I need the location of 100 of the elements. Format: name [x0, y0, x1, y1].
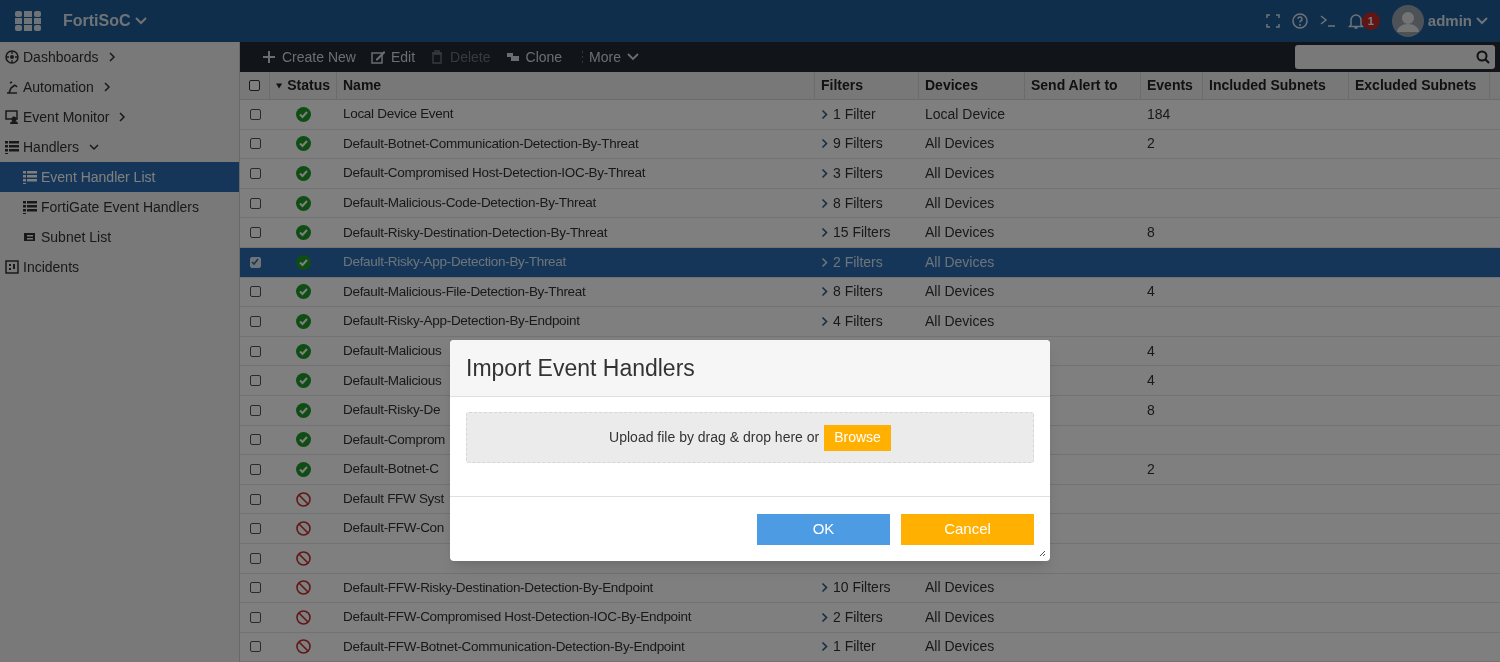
chevron-down-icon: [134, 17, 147, 25]
sidebar-item[interactable]: Subnet List: [0, 222, 239, 252]
row-checkbox[interactable]: [249, 611, 261, 623]
events-cell-text: 2: [1147, 134, 1155, 154]
row-checkbox[interactable]: [249, 463, 261, 475]
row-checkbox[interactable]: [249, 315, 261, 327]
sidebar-item[interactable]: FortiGate Event Handlers: [0, 192, 239, 222]
table-row[interactable]: Local Device Event 1 Filter Local Device 184: [240, 100, 1500, 130]
fullscreen-button[interactable]: [1265, 14, 1280, 28]
filters-toggle[interactable]: 8 Filters: [821, 192, 883, 214]
toolbar-button[interactable]: Edit: [370, 46, 416, 68]
help-button[interactable]: [1291, 13, 1308, 29]
notification-badge: 1: [1361, 12, 1380, 30]
robot-arm-icon: [5, 79, 19, 95]
table-row[interactable]: Default-FFW-Compromised Host-Detection-IOC-By-Endpoint 2 Filters All Devices: [240, 603, 1500, 633]
events-cell-text: 4: [1147, 282, 1155, 302]
row-checkbox[interactable]: [249, 582, 261, 594]
devices-cell-text: All Devices: [925, 282, 995, 302]
sidebar-item[interactable]: Event Handler List: [0, 162, 239, 192]
sidebar-item[interactable]: Automation: [0, 72, 239, 102]
row-checkbox[interactable]: [249, 404, 261, 416]
chevron-right-icon: [118, 111, 127, 123]
sort-down-icon: [276, 81, 283, 90]
row-checkbox[interactable]: [249, 641, 261, 653]
chevron-right-icon: [821, 315, 828, 327]
row-checkbox[interactable]: [249, 286, 261, 298]
devices-cell-text: All Devices: [925, 193, 995, 213]
column-header[interactable]: Name: [337, 72, 815, 99]
row-checkbox[interactable]: [249, 197, 261, 209]
column-header[interactable]: Filters: [815, 72, 919, 99]
table-row[interactable]: Default-FFW-Risky-Destination-Detection-By-Endpoint 10 Filters All Devices: [240, 573, 1500, 604]
column-header[interactable]: Events: [1141, 72, 1203, 99]
notifications-button[interactable]: 1: [1347, 12, 1380, 30]
row-checkbox[interactable]: [249, 523, 261, 535]
filters-toggle[interactable]: 2 Filters: [821, 606, 883, 628]
toolbar-button[interactable]: Clone: [505, 46, 563, 68]
app-switcher[interactable]: FortiSoC: [63, 9, 147, 33]
filters-toggle[interactable]: 9 Filters: [821, 133, 883, 155]
handler-name: Default-Botnet-C: [343, 460, 439, 479]
column-header[interactable]: Devices: [919, 72, 1025, 99]
avatar-icon: [1391, 5, 1424, 37]
toolbar-button[interactable]: More: [577, 46, 639, 68]
file-drop-zone[interactable]: Upload file by drag & drop here or Browse: [466, 412, 1034, 463]
events-cell-text: 4: [1147, 371, 1155, 391]
row-checkbox[interactable]: [249, 375, 261, 387]
row-checkbox[interactable]: [249, 434, 261, 446]
dialog-title: Import Event Handlers: [466, 353, 695, 383]
list-icon: [23, 199, 37, 215]
row-checkbox[interactable]: [249, 108, 261, 120]
filters-toggle[interactable]: 10 Filters: [821, 577, 891, 599]
filters-toggle[interactable]: 1 Filter: [821, 636, 876, 658]
filters-toggle[interactable]: 2 Filters: [821, 251, 883, 273]
table-row[interactable]: Default-Risky-Destination-Detection-By-Threat 15 Filters All Devices 8: [240, 218, 1500, 248]
table-row[interactable]: Default-Malicious-Code-Detection-By-Threat 8 Filters All Devices: [240, 188, 1500, 219]
handler-name: Default-Risky-App-Detection-By-Endpoint: [343, 312, 580, 331]
row-checkbox[interactable]: [249, 552, 261, 564]
column-header[interactable]: Send Alert to: [1025, 72, 1141, 99]
list-icon: [5, 139, 19, 155]
sidebar-item[interactable]: Event Monitor: [0, 102, 239, 132]
table-row[interactable]: Default-Botnet-Communication-Detection-By-Threat 9 Filters All Devices 2: [240, 129, 1500, 160]
sidebar-item[interactable]: Incidents: [0, 252, 239, 282]
table-row[interactable]: Default-FFW-Botnet-Communication-Detection-By-Endpoint 1 Filter All Devices: [240, 632, 1500, 662]
column-header[interactable]: Included Subnets: [1203, 72, 1349, 99]
cli-button[interactable]: [1319, 14, 1336, 28]
handler-name: Default-Malicious-Code-Detection-By-Threat: [343, 193, 596, 212]
row-checkbox[interactable]: [249, 493, 261, 505]
terminal-icon: [1319, 14, 1336, 28]
devices-cell-text: All Devices: [925, 311, 995, 331]
table-row[interactable]: Default-Compromised Host-Detection-IOC-By-Threat 3 Filters All Devices: [240, 159, 1500, 189]
row-checkbox[interactable]: [249, 227, 261, 239]
table-row[interactable]: Default-Risky-App-Detection-By-Endpoint 4 Filters All Devices: [240, 307, 1500, 337]
column-header[interactable]: Status: [287, 75, 330, 96]
grid-logo-icon: [13, 10, 43, 32]
clone-icon: [505, 50, 520, 64]
chevron-right-icon: [821, 611, 828, 623]
search-field[interactable]: [1295, 45, 1495, 69]
sidebar-item[interactable]: Handlers: [0, 132, 239, 162]
handler-name: Default-Comprom: [343, 430, 446, 449]
row-checkbox[interactable]: [249, 138, 261, 150]
dialog-button[interactable]: OK: [757, 513, 890, 545]
chevron-right-icon: [821, 256, 828, 268]
user-menu[interactable]: admin: [1391, 5, 1488, 37]
table-row[interactable]: Default-Risky-App-Detection-By-Threat 2 Filters All Devices: [240, 247, 1500, 278]
row-checkbox[interactable]: [249, 345, 261, 357]
devices-cell-text: Local Device: [925, 104, 1006, 124]
filters-toggle[interactable]: 4 Filters: [821, 310, 883, 332]
row-checkbox[interactable]: [249, 168, 261, 179]
filters-toggle[interactable]: 8 Filters: [821, 281, 883, 303]
select-all-checkbox[interactable]: [249, 80, 260, 91]
toolbar-button[interactable]: Create New: [262, 46, 356, 68]
filters-toggle[interactable]: 15 Filters: [821, 222, 891, 244]
sidebar-item[interactable]: Dashboards: [0, 42, 239, 72]
chevron-down-icon: [627, 53, 639, 61]
chevron-right-icon: [821, 641, 828, 653]
filters-toggle[interactable]: 1 Filter: [821, 103, 876, 125]
handler-name: Default-Risky-App-Detection-By-Threat: [343, 253, 566, 272]
handler-name: Default-FFW-Botnet-Communication-Detection-By-Endpoint: [343, 637, 685, 656]
events-cell-text: 4: [1147, 341, 1155, 361]
column-header[interactable]: Excluded Subnets: [1349, 72, 1490, 99]
filters-toggle[interactable]: 3 Filters: [821, 163, 883, 184]
